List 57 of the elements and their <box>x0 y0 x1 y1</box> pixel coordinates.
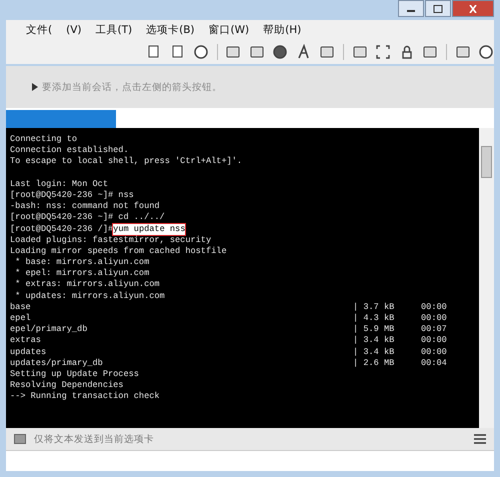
repo-time: 00:00 <box>421 346 447 358</box>
menu-item[interactable]: 窗口(W) <box>208 23 250 37</box>
repo-size: | 5.9 MB <box>353 324 396 336</box>
terminal-prompt: [root@DQ5420-236 /]# <box>10 224 114 235</box>
menu-item[interactable]: 帮助(H) <box>263 23 302 37</box>
maximize-button[interactable] <box>425 0 451 17</box>
terminal-line: [root@DQ5420-236 ~]# nss <box>10 190 134 202</box>
repo-time: 00:04 <box>421 358 447 369</box>
send-text-field[interactable]: 仅将文本发送到当前选项卡 <box>32 432 468 446</box>
send-text-bar[interactable]: 仅将文本发送到当前选项卡 <box>6 428 494 450</box>
terminal-line: -bash: nss: command not found <box>10 201 160 212</box>
menu-icon[interactable] <box>474 434 486 444</box>
terminal-line: Loading mirror speeds from cached hostfile <box>10 246 227 258</box>
repo-name: updates/primary_db <box>10 358 104 369</box>
terminal-line: Connection established. <box>10 145 129 156</box>
repo-time: 00:00 <box>421 313 447 324</box>
terminal-line: Connecting to <box>10 134 78 146</box>
menu-item[interactable]: 文件( <box>26 23 52 37</box>
maximize-icon <box>433 4 443 12</box>
repo-size: | 3.4 kB <box>353 346 396 358</box>
close-button[interactable] <box>452 0 494 17</box>
terminal-line: Setting up Update Process <box>10 368 139 380</box>
fullscreen-icon[interactable] <box>375 44 391 60</box>
terminal-line: * base: mirrors.aliyun.com <box>14 257 150 268</box>
close-icon <box>468 4 478 12</box>
menu-item[interactable]: (V) <box>66 24 82 36</box>
terminal-line: * epel: mirrors.aliyun.com <box>14 268 150 280</box>
repo-size: | 4.3 kB <box>353 313 396 324</box>
terminal-line: Last login: Mon Oct <box>10 178 108 190</box>
repo-name: epel <box>10 313 32 324</box>
menu-item[interactable]: 工具(T) <box>96 23 132 37</box>
repo-time: 00:07 <box>421 324 447 336</box>
repo-name: updates <box>10 346 48 358</box>
repo-size: | 3.4 kB <box>353 335 396 347</box>
repo-time: 00:00 <box>421 302 447 313</box>
session-hint: 要添加当前会话，点击左侧的箭头按钮。 <box>42 80 222 94</box>
font-icon[interactable] <box>296 44 312 60</box>
repo-name: epel/primary_db <box>10 324 88 336</box>
terminal-line: * updates: mirrors.aliyun.com <box>14 290 165 302</box>
terminal-line: * extras: mirrors.aliyun.com <box>14 279 160 291</box>
terminal-line: Loaded plugins: fastestmirror, security <box>10 234 212 246</box>
menu-item[interactable]: 选项卡(B) <box>146 23 195 37</box>
terminal-line: To escape to local shell, press 'Ctrl+Alt+]'. <box>10 156 242 168</box>
text-icon <box>14 434 26 444</box>
terminal-line: --> Running transaction check <box>10 391 160 402</box>
arrow-icon[interactable] <box>32 83 38 91</box>
repo-name: base <box>10 302 32 313</box>
scrollbar[interactable] <box>479 128 494 428</box>
terminal-line: Resolving Dependencies <box>10 380 124 392</box>
minimize-button[interactable] <box>398 0 424 17</box>
scroll-thumb[interactable] <box>481 146 492 178</box>
repo-time: 00:00 <box>421 335 447 347</box>
terminal-command: yum update nss <box>113 224 186 235</box>
terminal-line: [root@DQ5420-236 ~]# cd ../../ <box>10 212 165 224</box>
repo-size: | 2.6 MB <box>353 358 396 369</box>
repo-size: | 3.7 kB <box>353 302 396 313</box>
repo-name: extras <box>10 335 42 347</box>
